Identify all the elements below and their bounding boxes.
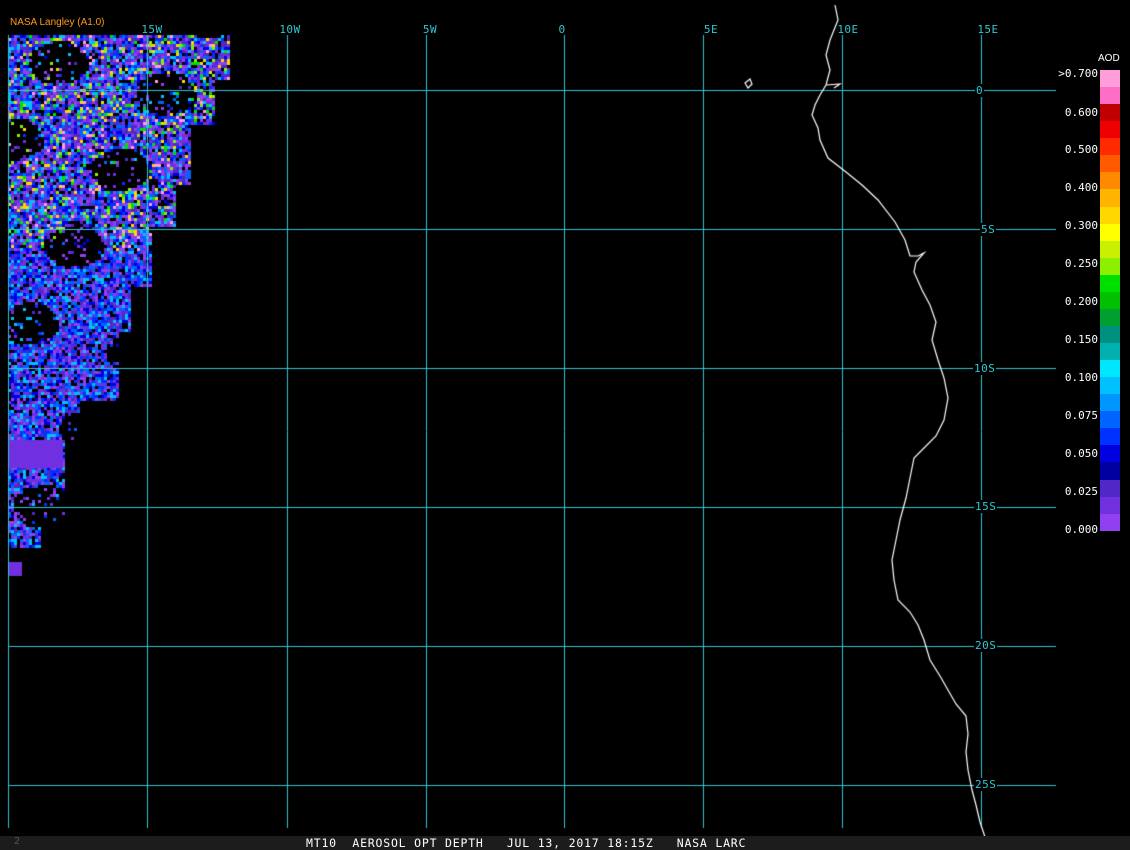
lat-label-0: 0: [975, 84, 985, 97]
legend-tick: 0.000: [1064, 523, 1098, 536]
legend-swatch: [1100, 394, 1120, 412]
legend-swatch: [1100, 70, 1120, 88]
footer-title: MT10 AEROSOL OPT DEPTH JUL 13, 2017 18:1…: [306, 836, 747, 850]
legend-tick: >0.700: [1058, 67, 1098, 80]
lon-label-10e: 10E: [837, 23, 859, 36]
legend-title: AOD: [1098, 53, 1120, 64]
lat-label-15s: 15S: [974, 500, 998, 513]
legend-swatch: [1100, 325, 1120, 343]
legend-swatch: [1100, 462, 1120, 480]
legend-tick: 0.150: [1064, 333, 1098, 346]
legend-swatch: [1100, 496, 1120, 514]
legend-swatch: [1100, 172, 1120, 190]
legend-swatch: [1100, 445, 1120, 463]
legend-tick: 0.075: [1064, 409, 1098, 422]
lat-label-10s: 10S: [973, 362, 997, 375]
lon-label-15e: 15E: [977, 23, 999, 36]
legend-swatch: [1100, 240, 1120, 258]
legend-swatch: [1100, 291, 1120, 309]
aod-map-canvas: [0, 0, 1130, 850]
legend-swatch: [1100, 121, 1120, 139]
legend-swatch: [1100, 206, 1120, 224]
legend-swatch: [1100, 308, 1120, 326]
legend-tick: 0.400: [1064, 181, 1098, 194]
legend-swatch: [1100, 513, 1120, 531]
lat-label-5s: 5S: [980, 223, 997, 236]
legend-swatch: [1100, 428, 1120, 446]
credit-label: NASA Langley (A1.0): [10, 17, 105, 28]
legend-tick: 0.100: [1064, 371, 1098, 384]
legend-swatch: [1100, 87, 1120, 105]
lat-label-25s: 25S: [974, 778, 998, 791]
legend-tick: 0.200: [1064, 295, 1098, 308]
legend-tick: 0.300: [1064, 219, 1098, 232]
legend-swatch: [1100, 360, 1120, 378]
lon-label-0: 0: [558, 23, 566, 36]
footer-left-mark: 2: [14, 836, 21, 847]
lon-label-5e: 5E: [703, 23, 719, 36]
legend-swatch: [1100, 257, 1120, 275]
legend-swatch: [1100, 189, 1120, 207]
lon-label-5w: 5W: [422, 23, 438, 36]
legend-swatch: [1100, 274, 1120, 292]
legend-swatch: [1100, 343, 1120, 361]
legend-swatch: [1100, 223, 1120, 241]
legend-swatch: [1100, 155, 1120, 173]
lon-label-15w: 15W: [141, 23, 163, 36]
legend-tick: 0.050: [1064, 447, 1098, 460]
legend-swatch: [1100, 411, 1120, 429]
legend-swatch: [1100, 479, 1120, 497]
legend-tick: 0.600: [1064, 106, 1098, 119]
legend-swatch: [1100, 138, 1120, 156]
aod-color-legend: [1100, 70, 1120, 531]
legend-tick: 0.250: [1064, 257, 1098, 270]
lat-label-20s: 20S: [974, 639, 998, 652]
lon-label-10w: 10W: [279, 23, 301, 36]
legend-tick: 0.500: [1064, 143, 1098, 156]
legend-tick: 0.025: [1064, 485, 1098, 498]
legend-swatch: [1100, 377, 1120, 395]
legend-swatch: [1100, 104, 1120, 122]
